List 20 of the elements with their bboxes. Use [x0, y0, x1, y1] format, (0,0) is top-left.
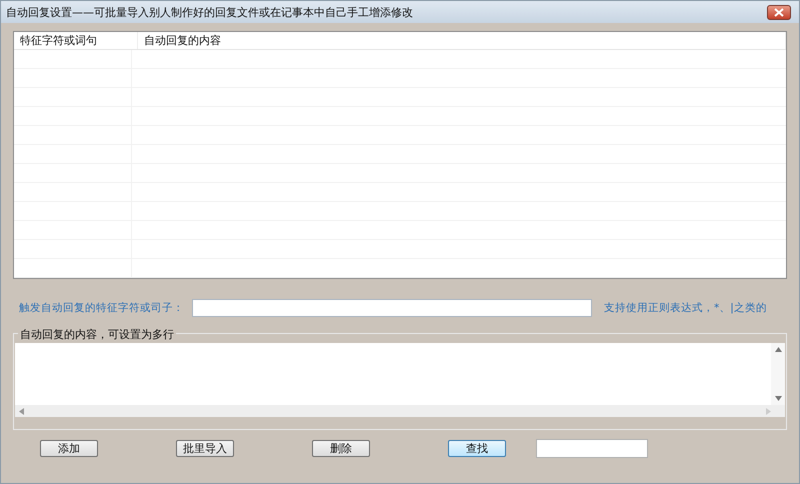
close-icon — [774, 8, 784, 16]
group-title: 自动回复的内容，可设置为多行 — [18, 327, 176, 342]
horizontal-scrollbar[interactable] — [15, 405, 785, 417]
window-title: 自动回复设置——可批量导入别人制作好的回复文件或在记事本中自己手工增添修改 — [6, 4, 413, 20]
scroll-left-icon — [19, 408, 24, 414]
action-button[interactable]: 批里导入 — [176, 440, 234, 457]
trigger-input-field[interactable] — [192, 299, 592, 317]
column-header[interactable]: 自动回复的内容 — [138, 32, 786, 49]
action-button[interactable]: 查找 — [448, 440, 506, 457]
scroll-down-icon — [774, 396, 782, 401]
trigger-label: 触发自动回复的特征字符或司子： — [19, 301, 184, 315]
scroll-right-icon — [766, 408, 771, 414]
scroll-up-icon — [774, 347, 782, 352]
regex-hint: 支持使用正则表达式，*、|之类的 — [604, 301, 767, 315]
close-button[interactable] — [767, 4, 791, 20]
vertical-scrollbar[interactable] — [771, 343, 785, 405]
search-input-field[interactable] — [536, 439, 648, 458]
column-header[interactable]: 特征字符或词句 — [14, 32, 138, 49]
action-button[interactable]: 添加 — [40, 440, 98, 457]
action-button[interactable]: 删除 — [312, 440, 370, 457]
